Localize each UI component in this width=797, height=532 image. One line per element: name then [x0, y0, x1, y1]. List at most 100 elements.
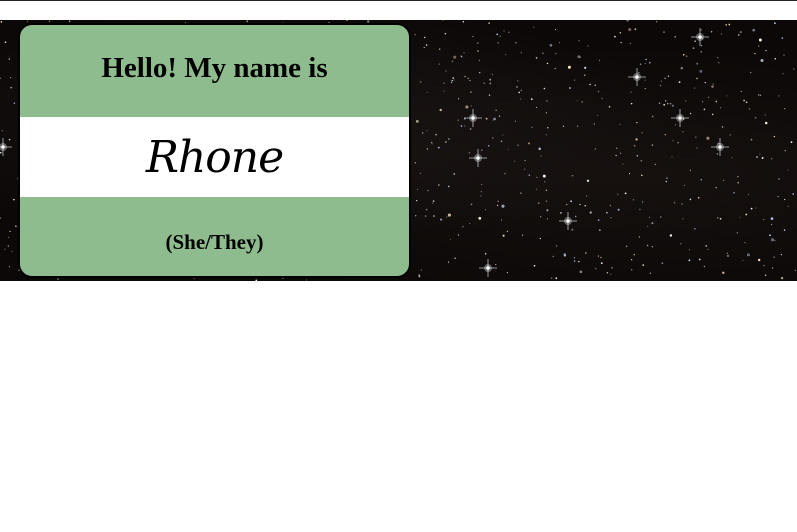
star [431, 143, 433, 145]
star [8, 58, 11, 60]
bright-star [559, 212, 577, 230]
star [579, 56, 581, 58]
star [462, 20, 465, 23]
star [579, 203, 581, 206]
star [562, 125, 565, 127]
star [703, 265, 706, 268]
star [725, 24, 727, 26]
star [641, 132, 643, 134]
star [594, 148, 597, 150]
star [414, 162, 417, 164]
star [726, 95, 728, 97]
star [478, 71, 481, 74]
star [632, 199, 635, 201]
name-text: Rhone [145, 131, 284, 183]
star [439, 108, 442, 112]
star [545, 189, 548, 192]
star [517, 144, 519, 146]
star [634, 28, 637, 31]
star [784, 108, 786, 110]
star [448, 185, 450, 188]
star [464, 75, 466, 78]
star [8, 236, 10, 238]
star [704, 81, 706, 84]
star [500, 219, 503, 221]
star [744, 241, 746, 244]
star [443, 90, 445, 92]
star [546, 100, 548, 102]
star [774, 57, 777, 60]
star [416, 199, 418, 202]
star [752, 28, 756, 32]
star [506, 271, 508, 274]
star [491, 73, 494, 76]
star [437, 146, 440, 149]
name-tag-card: Hello! My name is Rhone (She/They) [18, 23, 411, 278]
star [696, 77, 698, 80]
star [430, 141, 433, 144]
star [715, 100, 718, 103]
star [425, 44, 428, 46]
star [555, 52, 557, 55]
star [772, 267, 774, 269]
star [784, 150, 786, 152]
star [487, 145, 490, 147]
star [726, 252, 728, 254]
star [414, 33, 416, 36]
star [644, 63, 646, 65]
star [760, 59, 764, 62]
star [453, 79, 455, 81]
star [478, 59, 480, 61]
star [523, 168, 526, 170]
star [535, 57, 538, 59]
star [514, 120, 516, 122]
star [419, 172, 422, 175]
star [499, 35, 501, 37]
star [452, 77, 455, 79]
star [446, 216, 448, 218]
star [692, 47, 695, 49]
star [630, 259, 633, 261]
star [470, 105, 473, 107]
star [771, 224, 773, 226]
star [533, 26, 535, 28]
star [678, 81, 681, 83]
bright-star [479, 259, 497, 277]
star [574, 215, 577, 218]
star [606, 211, 608, 214]
star [684, 184, 686, 186]
star [720, 107, 722, 109]
star [655, 20, 658, 23]
star [792, 68, 795, 70]
star [630, 91, 632, 93]
star [712, 83, 714, 85]
star [503, 30, 505, 32]
star [463, 125, 466, 127]
star [518, 91, 521, 94]
star [699, 69, 703, 73]
star [665, 180, 668, 183]
star [609, 204, 612, 207]
star [432, 202, 434, 204]
star [763, 264, 765, 267]
star [745, 213, 748, 216]
star [617, 208, 620, 211]
star [651, 246, 654, 248]
star [606, 271, 609, 274]
star [726, 254, 730, 258]
star [547, 127, 549, 129]
star [693, 87, 696, 89]
star [666, 177, 668, 179]
star [682, 53, 685, 56]
star [538, 147, 542, 151]
star [729, 134, 731, 136]
star [514, 160, 516, 163]
star [497, 200, 499, 202]
star [759, 94, 762, 96]
star [432, 200, 435, 202]
star [754, 116, 757, 119]
star [736, 232, 739, 234]
star [620, 152, 622, 154]
star [638, 72, 640, 74]
star [454, 257, 456, 259]
